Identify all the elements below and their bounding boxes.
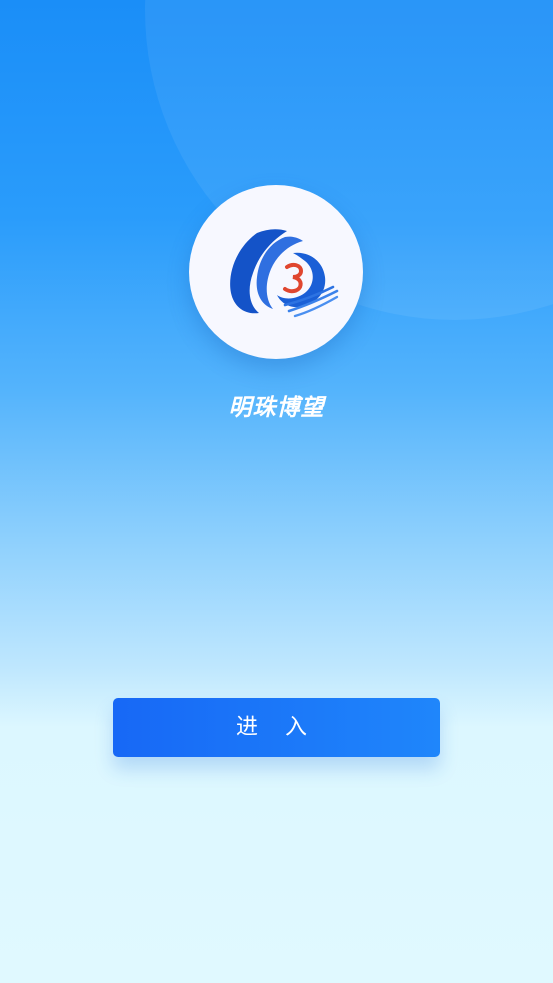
splash-screen: 明珠博望 进 入	[0, 0, 553, 983]
app-logo	[189, 185, 363, 359]
mingzhu-bowang-logo-icon	[230, 229, 339, 318]
enter-button[interactable]: 进 入	[113, 698, 440, 757]
brand-name: 明珠博望	[228, 395, 325, 421]
